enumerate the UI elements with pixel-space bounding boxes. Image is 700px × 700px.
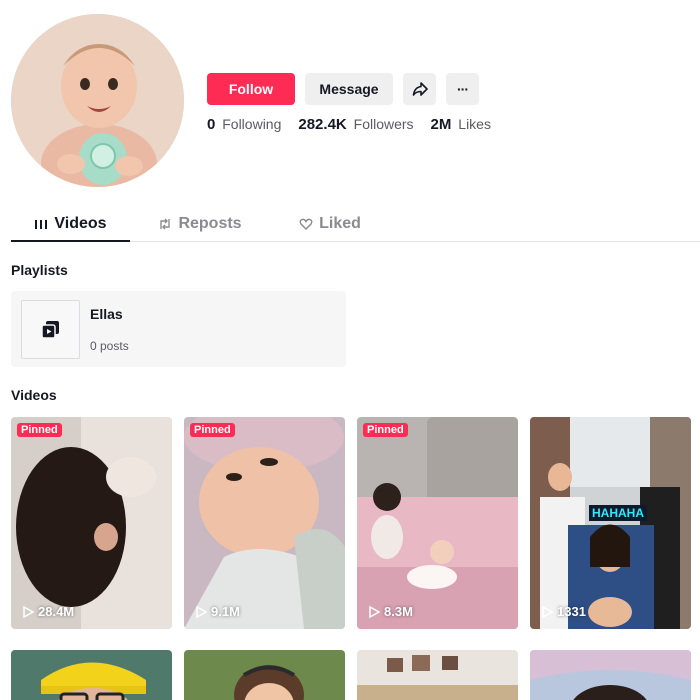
- playlist-post-count: 0 posts: [90, 339, 129, 353]
- video-tile[interactable]: [184, 650, 345, 700]
- likes-stat: 2M Likes: [431, 116, 491, 133]
- tab-reposts[interactable]: Reposts: [130, 207, 270, 241]
- view-count: 8.3M: [384, 604, 413, 619]
- playlist-stack-icon: [40, 320, 59, 339]
- tab-liked-label: Liked: [319, 215, 361, 232]
- playlist-card[interactable]: Ellas 0 posts: [11, 291, 346, 367]
- play-icon: [196, 605, 207, 618]
- more-dots-icon: ···: [457, 81, 469, 97]
- share-arrow-icon: [412, 82, 428, 96]
- video-thumbnail: [184, 650, 345, 700]
- play-icon: [542, 605, 553, 618]
- video-overlay-text: HAHAHA: [589, 505, 647, 521]
- likes-label: Likes: [458, 116, 491, 132]
- video-thumbnail: [184, 417, 345, 629]
- share-button[interactable]: [403, 73, 436, 105]
- followers-label: Followers: [353, 116, 414, 132]
- video-thumbnail: [11, 650, 172, 700]
- likes-count: 2M: [430, 116, 452, 133]
- view-count: 28.4M: [38, 604, 75, 619]
- video-thumbnail: [357, 417, 518, 629]
- tab-liked[interactable]: Liked: [270, 207, 390, 241]
- video-thumbnail: [357, 650, 518, 700]
- baby-avatar-image: [11, 14, 184, 187]
- video-thumbnail: [11, 417, 172, 629]
- playlist-thumbnail: [21, 300, 80, 359]
- pinned-badge: Pinned: [190, 423, 235, 437]
- repost-icon: [160, 218, 171, 230]
- profile-stats: 0 Following 282.4K Followers 2M Likes: [207, 116, 491, 133]
- video-tile[interactable]: Pinned 8.3M: [357, 417, 518, 629]
- tab-reposts-label: Reposts: [178, 215, 242, 232]
- video-views: 9.1M: [196, 604, 240, 619]
- video-views: 28.4M: [23, 604, 74, 619]
- tab-videos[interactable]: Videos: [11, 207, 130, 242]
- video-tile[interactable]: [357, 650, 518, 700]
- video-tile[interactable]: [11, 650, 172, 700]
- message-button[interactable]: Message: [305, 73, 393, 105]
- video-thumbnail: [530, 650, 691, 700]
- tab-videos-label: Videos: [54, 214, 107, 232]
- profile-avatar: [11, 14, 184, 187]
- followers-stat[interactable]: 282.4K Followers: [298, 116, 413, 133]
- heart-icon: [299, 218, 313, 230]
- following-count: 0: [207, 116, 216, 133]
- video-tile[interactable]: Pinned 28.4M: [11, 417, 172, 629]
- follow-button[interactable]: Follow: [207, 73, 295, 105]
- playlists-title: Playlists: [11, 262, 68, 278]
- pinned-badge: Pinned: [363, 423, 408, 437]
- followers-count: 282.4K: [298, 116, 347, 133]
- profile-tabs: Videos Reposts Liked: [11, 207, 700, 242]
- following-stat[interactable]: 0 Following: [207, 116, 281, 133]
- pinned-badge: Pinned: [17, 423, 62, 437]
- view-count: 9.1M: [211, 604, 240, 619]
- video-thumbnail: [530, 417, 691, 629]
- video-tile[interactable]: Pinned 9.1M: [184, 417, 345, 629]
- play-icon: [23, 605, 34, 618]
- profile-actions: Follow Message ···: [207, 73, 479, 105]
- grid-icon: [35, 219, 48, 229]
- playlist-name: Ellas: [90, 306, 123, 322]
- video-tile[interactable]: HAHAHA 1331: [530, 417, 691, 629]
- video-tile[interactable]: [530, 650, 691, 700]
- video-views: 8.3M: [369, 604, 413, 619]
- video-views: 1331: [542, 604, 586, 619]
- videos-title: Videos: [11, 387, 57, 403]
- following-label: Following: [222, 116, 282, 132]
- play-icon: [369, 605, 380, 618]
- view-count: 1331: [557, 604, 586, 619]
- more-button[interactable]: ···: [446, 73, 479, 105]
